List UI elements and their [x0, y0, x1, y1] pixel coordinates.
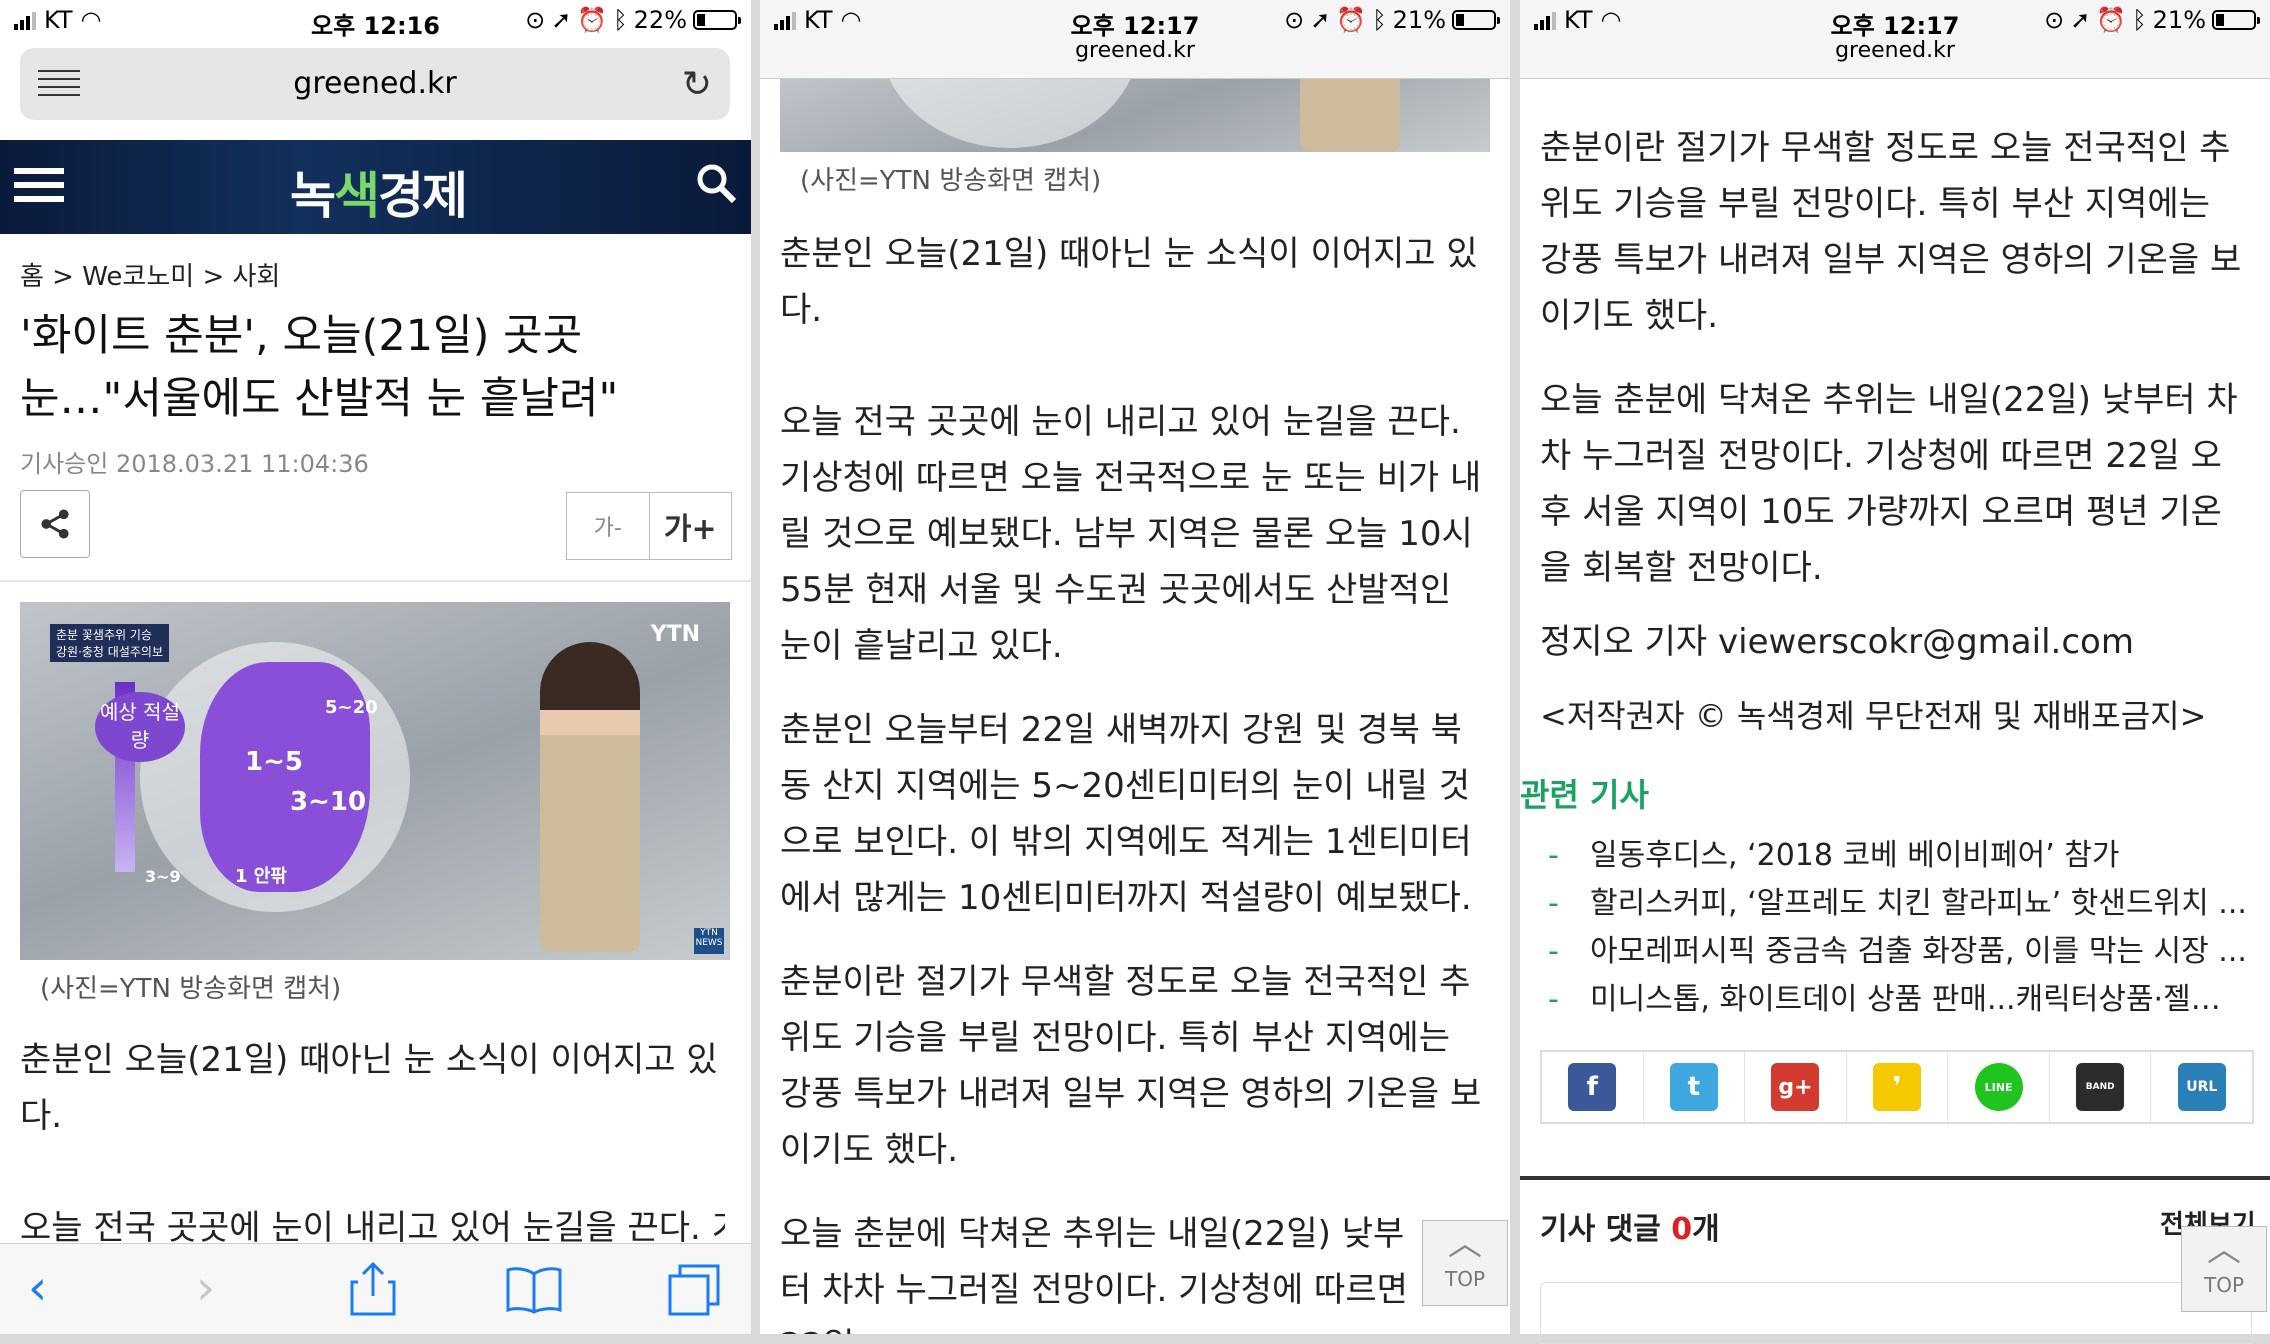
paragraph: 오늘 춘분에 닥쳐온 추위는 내일(22일) 낮부터 차차 누그러질 전망이다.…	[1540, 380, 2238, 588]
related-articles-list: 일동후디스, ‘2018 코베 베이비페어’ 참가 할리스커피, ‘알프레도 치…	[1548, 832, 2248, 1024]
tabs-icon[interactable]	[668, 1264, 720, 1316]
twitter-icon[interactable]: t	[1669, 1063, 1718, 1111]
related-article-link[interactable]: 미니스톱, 화이트데이 상품 판매...캐릭터상품·젤리 ...	[1548, 976, 2248, 1024]
paragraph: 오늘 전국 곳곳에 눈이 내리고 있어 눈길을 끈다. 기상청에 따르면 오늘 …	[780, 402, 1482, 666]
share-button[interactable]	[20, 490, 90, 558]
alarm-icon: ⏰	[1336, 6, 1367, 34]
article-photo-cropped	[780, 78, 1490, 152]
divider	[0, 580, 751, 582]
address-url[interactable]: greened.kr	[20, 66, 730, 101]
alarm-icon: ⏰	[577, 6, 608, 34]
bluetooth-icon: ᛒ	[1372, 6, 1387, 34]
address-url[interactable]: greened.kr	[1520, 38, 2270, 63]
site-logo[interactable]: 녹색경제	[290, 156, 468, 228]
paragraph: 춘분이란 절기가 무색할 정도로 오늘 전국적인 추위도 기승을 부릴 전망이다…	[780, 962, 1482, 1170]
browser-toolbar: ‹ ›	[0, 1243, 751, 1334]
hamburger-menu-icon[interactable]	[14, 168, 64, 210]
battery-percent: 22%	[633, 6, 687, 34]
location-icon: ➚	[551, 6, 572, 34]
bluetooth-icon: ᛒ	[2132, 6, 2147, 34]
band-icon[interactable]: BAND	[2076, 1063, 2125, 1111]
font-decrease-button[interactable]: 가-	[567, 493, 650, 559]
rotation-lock-icon: ⊙	[2044, 6, 2065, 34]
share-sheet-icon[interactable]	[350, 1262, 396, 1316]
font-size-control: 가- 가+	[566, 492, 732, 560]
forward-icon[interactable]: ›	[196, 1260, 215, 1316]
article-photo: 춘분 꽃샘추위 기승 강원·충청 대설주의보 예상 적설량 1~5 3~10 5~…	[20, 602, 730, 960]
comment-input[interactable]	[1540, 1282, 2252, 1344]
battery-icon	[1452, 10, 1500, 30]
alarm-icon: ⏰	[2096, 6, 2127, 34]
paragraph: 춘분인 오늘(21일) 때아닌 눈 소식이 이어지고 있다.	[780, 234, 1478, 330]
bluetooth-icon: ᛒ	[613, 6, 628, 34]
screenshot-panel-3: KT ◠ 오후 12:17 ⊙ ➚ ⏰ ᛒ 21% greened.kr 춘분이…	[1520, 0, 2270, 1334]
address-url[interactable]: greened.kr	[760, 38, 1510, 63]
paragraph: 오늘 춘분에 닥쳐온 추위는 내일(22일) 낮부터 차차 누그러질 전망이다.…	[780, 1214, 1408, 1334]
photo-caption: (사진=YTN 방송화면 캡처)	[40, 974, 342, 1004]
status-bar: KT ◠ 오후 12:17 ⊙ ➚ ⏰ ᛒ 21%	[1520, 0, 2270, 42]
photo-caption: (사진=YTN 방송화면 캡처)	[800, 166, 1102, 196]
location-icon: ➚	[1310, 6, 1331, 34]
scroll-top-button[interactable]: ︿ TOP	[1422, 1220, 1508, 1306]
status-bar: KT ◠ 오후 12:17 ⊙ ➚ ⏰ ᛒ 21%	[760, 0, 1510, 42]
comments-title: 기사 댓글 0개	[1540, 1212, 1720, 1247]
screenshot-panel-2: KT ◠ 오후 12:17 ⊙ ➚ ⏰ ᛒ 21% greened.kr (사진…	[760, 0, 1510, 1334]
map-legend-pill: 예상 적설량	[95, 692, 185, 762]
paragraph: 춘분이란 절기가 무색할 정도로 오늘 전국적인 추위도 기승을 부릴 전망이다…	[1540, 128, 2242, 336]
related-articles-title: 관련 기사	[1520, 776, 1649, 814]
bookmarks-icon[interactable]	[506, 1266, 562, 1314]
line-icon[interactable]: LINE	[1974, 1063, 2023, 1111]
paragraph: 춘분인 오늘부터 22일 새벽까지 강원 및 경북 북동 산지 지역에는 5~2…	[780, 710, 1472, 918]
rotation-lock-icon: ⊙	[525, 6, 546, 34]
font-increase-button[interactable]: 가+	[650, 493, 732, 559]
weather-presenter	[540, 642, 640, 952]
copyright-notice: <저작권자 © 녹색경제 무단전재 및 재배포금지>	[1540, 697, 2207, 735]
social-share-bar: f t g+ ❜ LINE BAND URL	[1540, 1050, 2254, 1124]
comment-count: 0	[1671, 1212, 1693, 1247]
url-copy-icon[interactable]: URL	[2177, 1063, 2226, 1111]
divider	[1520, 1176, 2270, 1180]
address-bar[interactable]: greened.kr ↻	[20, 48, 730, 120]
chevron-up-icon: ︿	[1448, 1224, 1482, 1264]
share-icon	[41, 509, 69, 539]
kakaostory-icon[interactable]: ❜	[1873, 1063, 1922, 1111]
rotation-lock-icon: ⊙	[1284, 6, 1305, 34]
related-article-link[interactable]: 일동후디스, ‘2018 코베 베이비페어’ 참가	[1548, 832, 2248, 880]
location-icon: ➚	[2070, 6, 2091, 34]
reporter-byline: 정지오 기자 viewerscokr@gmail.com	[1540, 622, 2134, 662]
screenshot-panel-1: KT ◠ 오후 12:16 ⊙ ➚ ⏰ ᛒ 22% greened.kr ↻ 녹…	[0, 0, 751, 1334]
compact-address-bar[interactable]: KT ◠ 오후 12:17 ⊙ ➚ ⏰ ᛒ 21% greened.kr	[760, 0, 1510, 79]
related-article-link[interactable]: 할리스커피, ‘알프레도 치킨 할라피뇨’ 핫샌드위치 ...	[1548, 880, 2248, 928]
breadcrumb[interactable]: 홈 > We코노미 > 사회	[20, 256, 280, 293]
related-article-link[interactable]: 아모레퍼시픽 중금속 검출 화장품, 이를 막는 시장 ...	[1548, 928, 2248, 976]
reload-icon[interactable]: ↻	[682, 64, 712, 105]
back-icon[interactable]: ‹	[28, 1260, 47, 1316]
ytn-news-badge: YTN NEWS	[694, 928, 724, 954]
compact-address-bar[interactable]: KT ◠ 오후 12:17 ⊙ ➚ ⏰ ᛒ 21% greened.kr	[1520, 0, 2270, 79]
battery-icon	[693, 10, 741, 30]
paragraph: 춘분인 오늘(21일) 때아닌 눈 소식이 이어지고 있다.	[20, 1040, 718, 1136]
google-plus-icon[interactable]: g+	[1771, 1063, 1820, 1111]
scroll-top-button[interactable]: ︿ TOP	[2181, 1226, 2267, 1312]
search-icon[interactable]	[695, 162, 737, 204]
article-meta: 기사승인 2018.03.21 11:04:36	[20, 450, 369, 478]
site-header: 녹색경제	[0, 140, 751, 234]
status-bar: KT ◠ 오후 12:16 ⊙ ➚ ⏰ ᛒ 22%	[0, 0, 751, 42]
battery-icon	[2212, 10, 2260, 30]
chevron-up-icon: ︿	[2207, 1230, 2241, 1270]
facebook-icon[interactable]: f	[1568, 1063, 1617, 1111]
ytn-logo: YTN	[650, 622, 700, 647]
photo-tag: 춘분 꽃샘추위 기승 강원·충청 대설주의보	[50, 624, 169, 662]
article-title: '화이트 춘분', 오늘(21일) 곳곳 눈…"서울에도 산발적 눈 흩날려"	[20, 311, 619, 424]
